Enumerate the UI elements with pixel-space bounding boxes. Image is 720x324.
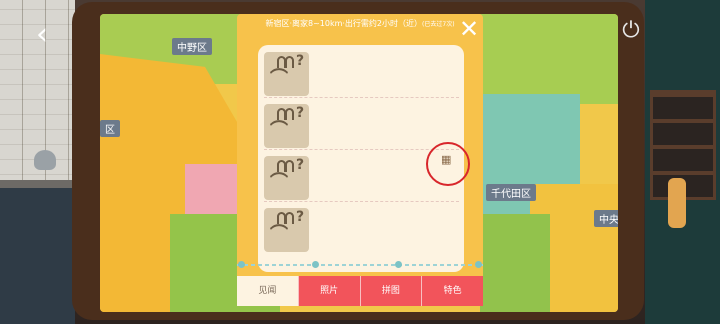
- question-mark: ?: [296, 53, 305, 69]
- question-mark: ?: [296, 157, 305, 173]
- tab-encounters[interactable]: 见闻: [237, 276, 298, 306]
- locked-bunny-icon: ⌒ ?: [264, 52, 309, 96]
- locked-bunny-icon: ⌒ ?: [264, 104, 309, 148]
- locked-bunny-icon: ⌒ ?: [264, 156, 309, 200]
- map-zone: [480, 214, 550, 312]
- timeline-dot: [312, 261, 319, 268]
- question-mark: ?: [296, 105, 305, 121]
- question-mark: ?: [296, 209, 305, 225]
- kettle-icon: [34, 150, 56, 170]
- power-button[interactable]: ⏻: [618, 18, 644, 44]
- map-label-chuo[interactable]: 中央: [594, 210, 618, 227]
- map-zone: [480, 14, 618, 104]
- list-item[interactable]: ⌒ ?: [264, 51, 459, 98]
- dialog-title-note: (已去过7次): [422, 21, 455, 28]
- tab-photos[interactable]: 照片: [297, 276, 360, 306]
- map-label-partial[interactable]: 区: [100, 120, 120, 137]
- timeline: [237, 264, 483, 266]
- dialog-title-text: 新宿区·离家8~10km·出行需约2小时（近）: [265, 19, 423, 28]
- map-label-chiyoda[interactable]: 千代田区: [486, 184, 536, 201]
- locked-bunny-icon: ⌒ ?: [264, 208, 309, 252]
- timeline-dot: [475, 261, 482, 268]
- giraffe-toy-icon: [668, 178, 686, 228]
- tab-specialty[interactable]: 特色: [421, 276, 483, 306]
- kitchen-counter: [0, 180, 75, 324]
- tab-puzzle[interactable]: 拼图: [359, 276, 422, 306]
- dialog-title: 新宿区·离家8~10km·出行需约2小时（近）(已去过7次): [237, 18, 483, 29]
- timeline-dot: [395, 261, 402, 268]
- dialog-tabs: 见闻 照片 拼图 特色: [237, 276, 483, 306]
- close-button[interactable]: ✕: [458, 17, 480, 41]
- map-label-nakano[interactable]: 中野区: [172, 38, 212, 55]
- list-item[interactable]: ⌒ ?: [264, 207, 459, 253]
- list-item[interactable]: ⌒ ?: [264, 103, 459, 150]
- timeline-dot: [238, 261, 245, 268]
- back-button[interactable]: ‹: [36, 20, 60, 54]
- calendar-icon[interactable]: ▦: [441, 153, 451, 166]
